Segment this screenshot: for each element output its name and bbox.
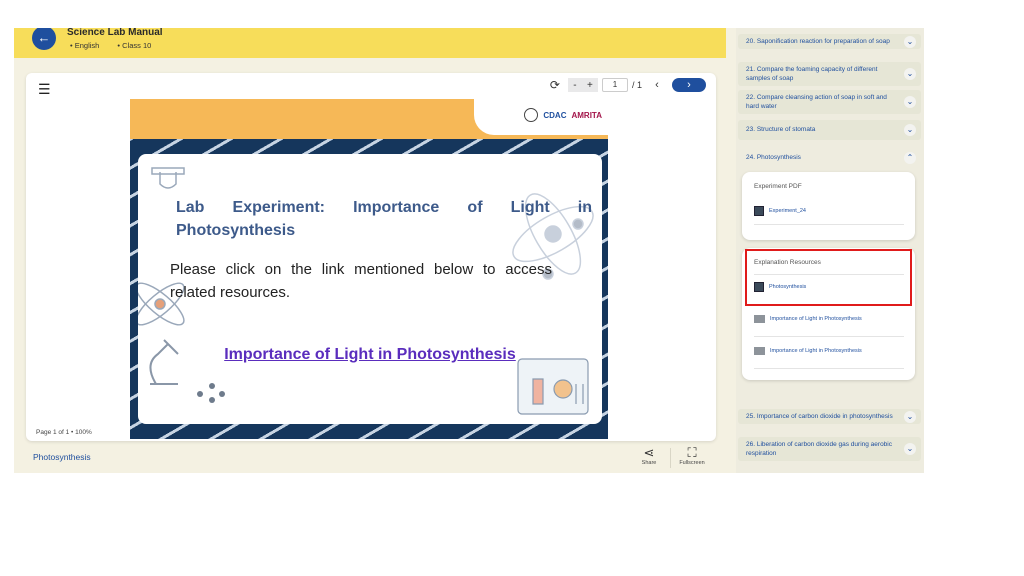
amrita-logo: AMRITA xyxy=(571,110,602,120)
divider xyxy=(754,224,904,225)
sidebar-item-20[interactable]: 20. Saponification reaction for preparat… xyxy=(738,34,921,49)
sidebar-item-label: 24. Photosynthesis xyxy=(746,154,801,161)
chevron-up-icon[interactable]: ⌃ xyxy=(904,152,916,164)
video-item-label: Importance of Light in Photosynthesis xyxy=(770,348,862,354)
share-button[interactable]: ⋖ Share xyxy=(629,445,669,467)
experiment-pdf-panel: Experiment PDF Experiment_24 xyxy=(742,172,915,240)
slide-page: CDAC AMRITA Lab Experiment: Importance o… xyxy=(130,99,608,439)
sidebar-item-26[interactable]: 26. Liberation of carbon dioxide gas dur… xyxy=(738,437,921,461)
hamburger-menu-icon[interactable]: ☰ xyxy=(38,81,51,98)
sidebar-item-label: 20. Saponification reaction for preparat… xyxy=(746,38,890,45)
slide-content-card: Lab Experiment: Importance of Light in P… xyxy=(138,154,602,424)
slide-body-text: Please click on the link mentioned below… xyxy=(170,261,552,301)
experiment-pdf-label: Experiment_24 xyxy=(769,208,806,214)
back-button[interactable]: ← xyxy=(32,28,56,50)
share-icon: ⋖ xyxy=(643,445,655,460)
share-label: Share xyxy=(641,460,657,466)
sidebar-item-label: 22. Compare cleansing action of soap in … xyxy=(746,94,887,110)
page-info: Page 1 of 1 • 100% xyxy=(36,429,92,436)
language-label: • English xyxy=(70,41,100,50)
page-title: Science Lab Manual xyxy=(67,28,163,38)
emblem-logo xyxy=(524,108,539,122)
sidebar-item-25[interactable]: 25. Importance of carbon dioxide in phot… xyxy=(738,409,921,424)
sidebar-item-label: 26. Liberation of carbon dioxide gas dur… xyxy=(746,441,892,457)
prev-page-button[interactable]: ‹ xyxy=(646,78,668,92)
logo-strip: CDAC AMRITA xyxy=(474,99,608,135)
zoom-in-button[interactable]: + xyxy=(587,80,593,91)
chevron-down-icon[interactable]: ⌄ xyxy=(904,124,916,136)
chevron-down-icon[interactable]: ⌄ xyxy=(904,35,916,48)
slide-heading: Lab Experiment: Importance of Light in P… xyxy=(176,199,592,239)
resource-link[interactable]: Importance of Light in Photosynthesis xyxy=(138,346,602,364)
sidebar-item-23[interactable]: 23. Structure of stomata ⌄ xyxy=(738,120,921,140)
page-total: / 1 xyxy=(631,80,642,90)
fullscreen-button[interactable]: ⛶ Fullscreen xyxy=(672,445,712,467)
sidebar-item-22[interactable]: 22. Compare cleansing action of soap in … xyxy=(738,90,921,114)
video-item-2[interactable]: Importance of Light in Photosynthesis xyxy=(754,347,904,355)
page-number-input[interactable]: 1 xyxy=(601,78,628,92)
chevron-down-icon[interactable]: ⌄ xyxy=(904,443,916,455)
viewer-toolbar: ⟳ - + 1 / 1 ‹ › xyxy=(550,78,706,92)
video-icon xyxy=(754,347,765,355)
experiment-pdf-item[interactable]: Experiment_24 xyxy=(754,206,904,216)
sidebar-item-label: 21. Compare the foaming capacity of diff… xyxy=(746,66,878,82)
fullscreen-label: Fullscreen xyxy=(679,460,705,466)
experiment-sidebar: 20. Saponification reaction for preparat… xyxy=(736,28,924,473)
cdac-logo: CDAC xyxy=(543,110,567,120)
arrow-left-icon: ← xyxy=(37,30,51,45)
footer-title: Photosynthesis xyxy=(33,452,91,462)
experiment-pdf-title: Experiment PDF xyxy=(754,183,802,190)
subtitle-meta: • English • Class 10 xyxy=(70,41,167,50)
chevron-down-icon[interactable]: ⌄ xyxy=(904,410,916,423)
zoom-controls: - + xyxy=(567,78,598,92)
chevron-down-icon[interactable]: ⌄ xyxy=(904,68,916,80)
highlight-box xyxy=(745,249,912,306)
divider xyxy=(754,336,904,337)
app-header: ← Science Lab Manual • English • Class 1… xyxy=(14,28,726,58)
sidebar-item-label: 23. Structure of stomata xyxy=(746,126,816,133)
rotate-icon[interactable]: ⟳ xyxy=(550,78,560,92)
app-frame: ← Science Lab Manual • English • Class 1… xyxy=(14,28,924,473)
zoom-out-button[interactable]: - xyxy=(573,80,576,91)
video-icon xyxy=(754,315,765,323)
divider xyxy=(754,368,904,369)
sidebar-item-label: 25. Importance of carbon dioxide in phot… xyxy=(746,413,893,420)
pdf-viewer: ☰ ⟳ - + 1 / 1 ‹ › CDAC AMRITA Lab Experi… xyxy=(26,73,716,441)
sidebar-item-24[interactable]: 24. Photosynthesis ⌃ xyxy=(738,148,921,168)
fullscreen-icon: ⛶ xyxy=(687,445,697,460)
video-item-label: Importance of Light in Photosynthesis xyxy=(770,316,862,322)
class-label: • Class 10 xyxy=(117,41,152,50)
sidebar-item-21[interactable]: 21. Compare the foaming capacity of diff… xyxy=(738,62,921,86)
next-page-button[interactable]: › xyxy=(672,78,706,92)
video-item-1[interactable]: Importance of Light in Photosynthesis xyxy=(754,315,904,323)
document-icon xyxy=(754,206,764,216)
footer-divider xyxy=(670,448,671,468)
chevron-down-icon[interactable]: ⌄ xyxy=(904,96,916,108)
